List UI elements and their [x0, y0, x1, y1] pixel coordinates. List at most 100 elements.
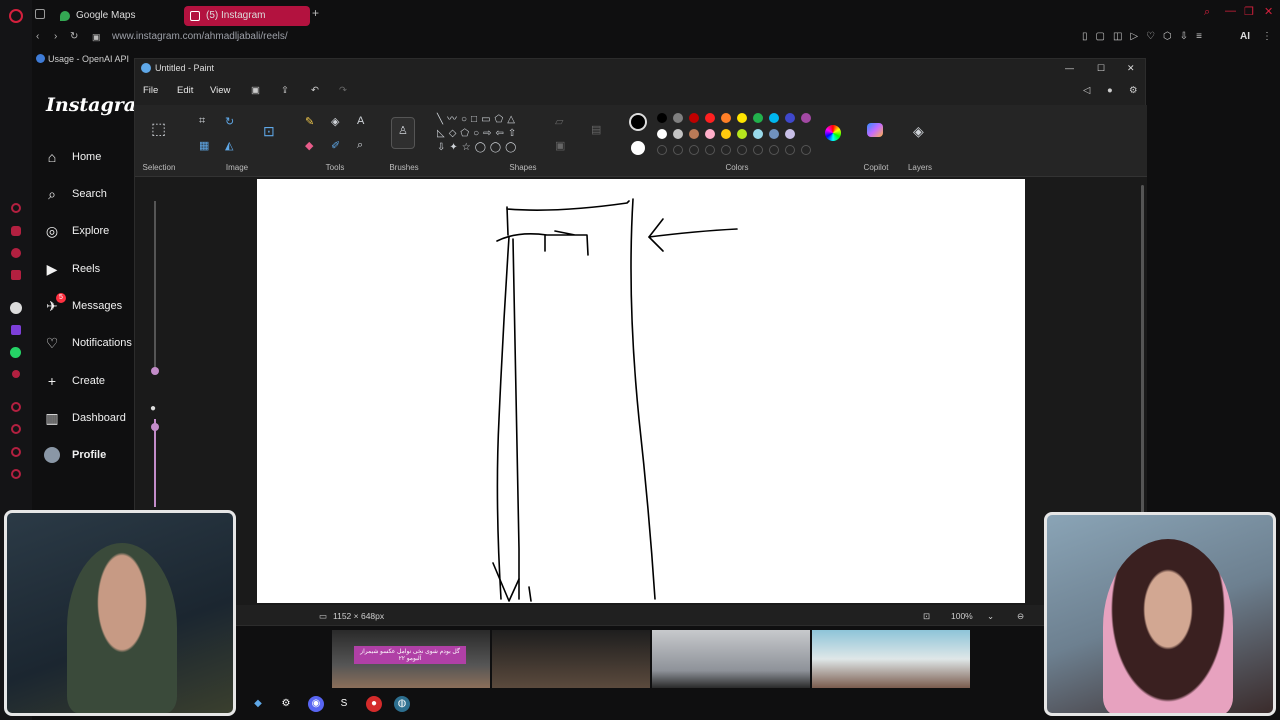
paint-close-button[interactable]: ✕ — [1127, 59, 1135, 77]
back-icon[interactable]: ‹ — [36, 28, 39, 46]
nav-create[interactable]: + Create — [44, 369, 105, 393]
skype-icon[interactable]: S — [336, 696, 352, 712]
reload-icon[interactable]: ↻ — [70, 28, 78, 46]
color-swatch[interactable] — [737, 113, 747, 123]
redo-icon[interactable]: ↷ — [339, 81, 347, 101]
outline-icon[interactable]: ▱ — [555, 115, 563, 128]
pencil-icon[interactable]: ✎ — [305, 115, 314, 128]
color-swatch[interactable] — [753, 145, 763, 155]
eraser-icon[interactable]: ◆ — [305, 139, 313, 152]
color-swatch[interactable] — [689, 145, 699, 155]
color-swatch[interactable] — [785, 145, 795, 155]
nav-explore[interactable]: ◎ Explore — [44, 219, 109, 243]
reel-thumbnail[interactable] — [812, 630, 970, 688]
forward-icon[interactable]: › — [54, 28, 57, 46]
color-swatch[interactable] — [657, 113, 667, 123]
search-tabs-icon[interactable]: ⌕ — [1204, 6, 1210, 19]
color-swatch[interactable] — [673, 113, 683, 123]
color-swatch[interactable] — [801, 145, 811, 155]
chatgpt-sidebar-icon[interactable] — [10, 302, 22, 314]
youtube-sidebar-icon[interactable] — [11, 270, 21, 280]
shapes-gallery[interactable]: ╲〰○□▭⬠△ ◺◇⬠○⇨⇦⇧ ⇩✦☆◯◯◯ — [437, 113, 537, 153]
minimize-browser-button[interactable]: — — [1225, 5, 1236, 17]
canvas-vertical-scrollbar[interactable] — [1141, 185, 1144, 565]
music-sidebar-icon[interactable] — [12, 370, 20, 378]
color-picker-icon[interactable]: ✐ — [331, 139, 340, 152]
color-swatch[interactable] — [689, 129, 699, 139]
color-swatch[interactable] — [721, 129, 731, 139]
maximize-browser-button[interactable]: ❐ — [1244, 5, 1254, 18]
new-tab-button[interactable]: + — [312, 6, 319, 20]
color-swatch[interactable] — [673, 145, 683, 155]
save-icon[interactable]: ▣ — [251, 81, 260, 101]
color-swatch[interactable] — [737, 145, 747, 155]
color-swatch[interactable] — [769, 129, 779, 139]
color-swatch[interactable] — [753, 129, 763, 139]
toolbar-icons[interactable]: ▯▢◫▷♡⬡⇩≡ — [1082, 28, 1210, 46]
selection-icon[interactable]: ⬚ — [151, 119, 166, 139]
tab-grid-icon[interactable] — [35, 9, 45, 19]
color-swatch[interactable] — [673, 129, 683, 139]
copilot-icon[interactable] — [867, 123, 883, 137]
instagram-sidebar-icon[interactable] — [11, 226, 21, 236]
ai-button[interactable]: AI — [1240, 28, 1250, 46]
app-icon-2[interactable]: ⚙ — [278, 696, 294, 712]
drawing-canvas[interactable] — [257, 179, 1025, 603]
crop-icon[interactable]: ⌗ — [199, 115, 205, 128]
zoom-out-icon[interactable]: ⊖ — [1017, 607, 1024, 625]
zoom-level[interactable]: 100% — [951, 607, 973, 625]
color-swatch[interactable] — [753, 113, 763, 123]
nav-messages[interactable]: ✈ 5 Messages — [44, 293, 122, 318]
workspace-icon[interactable] — [11, 203, 21, 213]
paint-taskbar-icon[interactable]: ◍ — [394, 696, 410, 712]
tab-google-maps[interactable]: Google Maps — [54, 6, 182, 26]
rotate-icon[interactable]: ↻ — [225, 115, 234, 128]
slider-handle[interactable] — [151, 367, 159, 375]
color-swatch[interactable] — [769, 113, 779, 123]
slider-handle[interactable] — [151, 423, 159, 431]
nav-search[interactable]: ⌕ Search — [44, 182, 107, 206]
settings-sidebar-icon[interactable] — [11, 469, 21, 479]
twitch-sidebar-icon[interactable] — [11, 325, 21, 335]
color-swatch[interactable] — [689, 113, 699, 123]
nav-home[interactable]: ⌂ Home — [44, 145, 102, 169]
color-swatch[interactable] — [657, 145, 667, 155]
color-swatch[interactable] — [705, 129, 715, 139]
bookmark-openai-usage[interactable]: Usage - OpenAI API — [48, 50, 129, 68]
secondary-color[interactable] — [631, 141, 645, 155]
whatsapp-sidebar-icon[interactable] — [10, 347, 21, 358]
fill-shape-icon[interactable]: ▣ — [555, 139, 565, 152]
brush-size-slider[interactable] — [151, 201, 159, 375]
nav-dashboard[interactable]: ▥ Dashboard — [44, 406, 125, 430]
paint-minimize-button[interactable]: — — [1065, 59, 1074, 77]
primary-color[interactable] — [629, 113, 647, 131]
opacity-slider[interactable] — [151, 419, 159, 507]
app-icon-1[interactable]: ◆ — [250, 696, 266, 712]
fit-to-window-icon[interactable]: ⊡ — [923, 607, 930, 625]
color-swatch[interactable] — [785, 129, 795, 139]
nav-profile[interactable]: Profile — [44, 443, 106, 467]
clock-sidebar-icon[interactable] — [11, 424, 21, 434]
color-swatch[interactable] — [721, 113, 731, 123]
menu-file[interactable]: File — [143, 81, 158, 101]
color-swatch[interactable] — [785, 113, 795, 123]
tab-instagram[interactable]: (5) Instagram — [184, 6, 310, 26]
close-browser-button[interactable]: ✕ — [1264, 5, 1273, 18]
messenger-sidebar-icon[interactable] — [11, 248, 21, 258]
zoom-dropdown-icon[interactable]: ⌄ — [987, 607, 994, 625]
layers-icon[interactable]: ◈ — [913, 123, 924, 140]
opera-logo-icon[interactable] — [9, 9, 23, 23]
reel-thumbnail[interactable] — [652, 630, 810, 688]
background-remove-icon[interactable]: ▦ — [199, 139, 209, 152]
undo-icon[interactable]: ↶ — [311, 81, 319, 101]
recorder-icon[interactable]: ● — [366, 696, 382, 712]
color-swatch[interactable] — [705, 145, 715, 155]
feedback-icon[interactable]: ◁ — [1083, 81, 1090, 101]
share-icon[interactable]: ⇪ — [281, 81, 289, 101]
color-swatch[interactable] — [657, 129, 667, 139]
color-swatch[interactable] — [801, 113, 811, 123]
nav-notifications[interactable]: ♡ Notifications — [44, 331, 132, 355]
color-swatch[interactable] — [721, 145, 731, 155]
paint-maximize-button[interactable]: ☐ — [1097, 59, 1105, 77]
edit-colors-icon[interactable] — [825, 125, 841, 141]
